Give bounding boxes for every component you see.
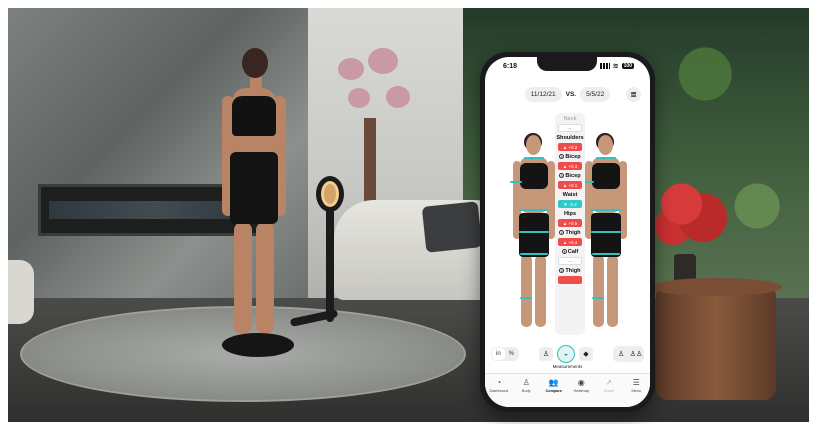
measurement-label: i Thigh (559, 268, 581, 274)
blossom (368, 48, 398, 74)
body-model-after (582, 121, 632, 331)
person-icon: ♙ (617, 351, 625, 358)
scanner-platform (222, 333, 294, 357)
info-icon[interactable]: i (561, 249, 567, 255)
measurement-item[interactable]: i Bicep ▲ +0.3 (555, 151, 585, 170)
blossom-branch (364, 118, 376, 206)
layout-toggle: ♙ ♙♙ (612, 346, 644, 362)
tab-label: Menu (631, 389, 642, 393)
compare-people-icon: 👥 (548, 378, 559, 387)
scanner-pole (326, 204, 334, 322)
measurements-caption: Measurements (552, 364, 583, 369)
measurement-item[interactable]: Waist ▼ -2.4 (555, 189, 585, 208)
info-icon[interactable]: i (559, 154, 565, 160)
gauge-icon: ◔ (496, 378, 502, 387)
measurement-label: i Bicep (559, 173, 581, 179)
tab-label: Heatmap (573, 389, 589, 393)
measurement-label: i Thigh (559, 230, 581, 236)
tab-body[interactable]: ♙ Body (514, 378, 538, 393)
measurement-item[interactable]: i Thigh ▲ +0.4 (555, 227, 585, 246)
measurement-label: Shoulders (556, 135, 584, 141)
date-a-selector[interactable]: 11/12/21 (524, 87, 562, 102)
measurement-label: Hips (563, 211, 577, 217)
change-badge: ▲ +0.2 (558, 143, 582, 151)
heatmap-icon: ◉ (577, 378, 585, 387)
measurement-item[interactable]: Shoulders ▲ +0.2 (555, 132, 585, 151)
date-b-selector[interactable]: 5/5/22 (580, 87, 611, 102)
background-photo (8, 8, 809, 422)
side-table (650, 278, 782, 400)
change-badge (558, 276, 582, 284)
person-icon: ♙ (522, 378, 530, 387)
body-model-before (510, 121, 560, 331)
tab-dashboard[interactable]: ◔ Dashboard (487, 378, 511, 393)
signal-icon (599, 63, 610, 69)
app-screen: 6:18 ≋ 100 11/12/21 VS. 5/5/22 ≣ Neck – … (485, 57, 650, 407)
tab-compare[interactable]: 👥 Compare (542, 378, 566, 393)
layers-button[interactable]: ≣ (626, 87, 641, 102)
tab-label: Compare (545, 389, 562, 393)
measurement-label: i Calf (561, 249, 579, 255)
battery-indicator: 100 (621, 63, 634, 69)
tab-menu[interactable]: ☰ Menu (624, 378, 648, 393)
layers-icon: ≣ (630, 90, 637, 99)
blossom (348, 88, 370, 108)
menu-icon: ☰ (632, 378, 640, 387)
status-bar: 6:18 ≋ 100 (485, 59, 650, 73)
change-badge: – (558, 257, 582, 265)
blossom (386, 86, 410, 108)
unit-toggle[interactable]: in% (491, 347, 520, 361)
measurement-item[interactable]: Hips ▲ +0.5 (555, 208, 585, 227)
side-by-side-button[interactable]: ♙♙ (629, 347, 643, 361)
woman-figure (222, 44, 286, 344)
person-icon: ♙ (542, 351, 550, 358)
change-badge: ▲ +0.4 (558, 238, 582, 246)
info-icon[interactable]: i (559, 173, 565, 179)
measurements-view-button[interactable]: ◒ (557, 345, 575, 363)
measurement-label: Waist (562, 192, 578, 198)
tab-heatmap[interactable]: ◉ Heatmap (569, 378, 593, 393)
info-icon[interactable]: i (559, 230, 565, 236)
measurement-item[interactable]: i Thigh (555, 265, 585, 284)
tab-label: Dashboard (489, 389, 509, 393)
two-people-icon: ♙♙ (629, 351, 643, 358)
measurement-item[interactable]: i Bicep ▲ +0.1 (555, 170, 585, 189)
stool (8, 260, 34, 324)
measurement-list[interactable]: Neck – Shoulders ▲ +0.2 i Bicep ▲ +0.3 i Bicep ▲ … (555, 113, 585, 335)
unit-option[interactable]: % (505, 348, 518, 360)
graph-icon: ↗ (605, 378, 613, 387)
tab-graph[interactable]: ↗ Graph (597, 378, 621, 393)
status-time: 6:18 (503, 62, 518, 70)
sofa (334, 200, 494, 300)
info-icon[interactable]: i (559, 268, 565, 274)
vs-label: VS. (565, 91, 577, 98)
unit-option[interactable]: in (492, 348, 505, 360)
change-badge: – (558, 124, 582, 132)
cube-icon: ◆ (583, 351, 589, 358)
measurement-label: Neck (563, 116, 577, 122)
tape-measure-icon: ◒ (563, 350, 569, 358)
body-view-button[interactable]: ♙ (539, 347, 553, 361)
tab-label: Body (521, 389, 531, 393)
3d-view-button[interactable]: ◆ (579, 347, 593, 361)
change-badge: ▲ +0.5 (558, 219, 582, 227)
change-badge: ▲ +0.3 (558, 162, 582, 170)
measurement-item[interactable]: Neck – (555, 113, 585, 132)
measurement-label: i Bicep (559, 154, 581, 160)
scanner-camera (316, 176, 344, 212)
view-controls: in% ♙ ◒ ◆ ♙ ♙♙ (491, 344, 644, 364)
blossom (338, 58, 364, 80)
change-badge: ▲ +0.1 (558, 181, 582, 189)
measurement-item[interactable]: i Calf – (555, 246, 585, 265)
red-plant (648, 168, 732, 258)
single-view-button[interactable]: ♙ (614, 347, 628, 361)
change-badge: ▼ -2.4 (558, 200, 582, 208)
phone-frame: 6:18 ≋ 100 11/12/21 VS. 5/5/22 ≣ Neck – … (480, 52, 655, 412)
wifi-icon: ≋ (612, 63, 619, 70)
tab-label: Graph (603, 389, 615, 393)
bottom-tab-bar: ◔ Dashboard ♙ Body 👥 Compare ◉ Heatmap ↗ Graph ☰ Me… (485, 373, 650, 407)
